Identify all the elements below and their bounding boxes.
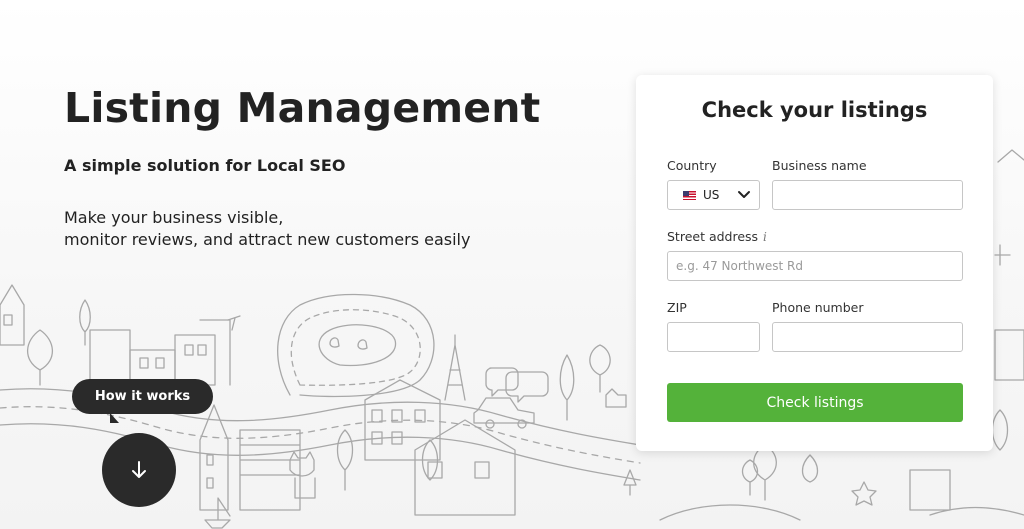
street-address-input[interactable] (667, 251, 963, 281)
country-label: Country (667, 158, 717, 173)
zip-label: ZIP (667, 300, 687, 315)
chevron-down-icon (738, 191, 750, 198)
page-title: Listing Management (64, 84, 541, 132)
phone-number-label: Phone number (772, 300, 864, 315)
form-title: Check your listings (701, 98, 928, 122)
how-it-works-button[interactable] (102, 433, 176, 507)
description-line: monitor reviews, and attract new custome… (64, 230, 471, 249)
phone-number-input[interactable] (772, 322, 963, 352)
country-value: US (703, 188, 720, 202)
check-listings-button[interactable]: Check listings (667, 383, 963, 422)
description-line: Make your business visible, (64, 208, 284, 227)
info-icon[interactable]: i (763, 230, 767, 244)
business-name-input[interactable] (772, 180, 963, 210)
us-flag-icon (683, 190, 696, 200)
page-description: Make your business visible, monitor revi… (64, 207, 470, 251)
zip-input[interactable] (667, 322, 760, 352)
how-it-works-tooltip: How it works (72, 379, 213, 423)
arrow-down-icon (132, 461, 146, 478)
country-select[interactable]: US (667, 180, 760, 210)
street-address-label: Street address (667, 229, 759, 244)
how-it-works-label: How it works (94, 389, 191, 404)
page-subtitle: A simple solution for Local SEO (64, 156, 346, 175)
business-name-label: Business name (772, 158, 867, 173)
